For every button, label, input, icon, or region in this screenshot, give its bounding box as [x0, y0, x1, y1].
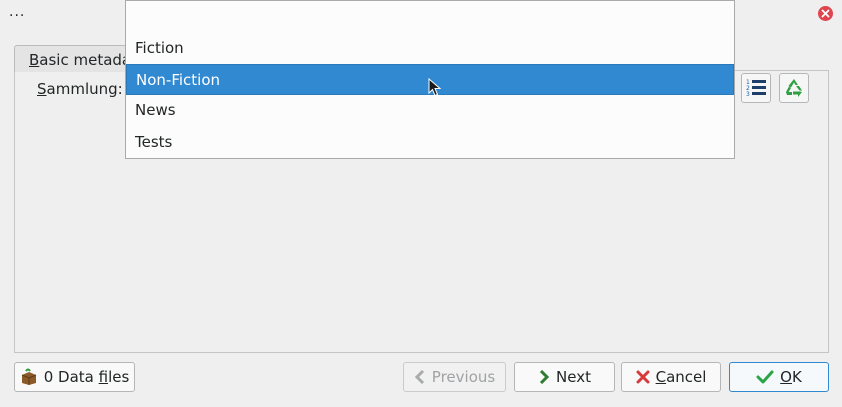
checkmark-icon [756, 370, 774, 384]
recycle-icon [786, 79, 802, 97]
dropdown-item-tests[interactable]: Tests [126, 127, 734, 158]
previous-button[interactable]: Previous [403, 362, 506, 392]
numbered-list-icon: 1 2 3 [746, 79, 766, 98]
numbered-list-button[interactable]: 1 2 3 [741, 73, 771, 103]
data-files-label: 0 Data files [43, 368, 130, 386]
ok-label: OK [780, 368, 802, 386]
ok-button[interactable]: OK [729, 362, 829, 392]
next-button[interactable]: Next [514, 362, 615, 392]
package-icon [20, 368, 38, 386]
tab-label: asic metadat [39, 51, 130, 69]
close-icon[interactable] [818, 6, 833, 21]
chevron-left-icon [414, 370, 426, 384]
dropdown-item-fiction[interactable]: Fiction [126, 33, 734, 64]
previous-label: Previous [431, 368, 496, 386]
next-label: Next [556, 368, 591, 386]
cancel-x-icon [636, 370, 650, 384]
cancel-button[interactable]: Cancel [621, 362, 721, 392]
svg-text:3: 3 [746, 91, 750, 98]
collection-label-text: ammlung: [46, 80, 123, 98]
tab-basic-metadata[interactable]: Basic metadat [14, 45, 130, 72]
dropdown-item-news[interactable]: News [126, 95, 734, 126]
collection-label: Sammlung: [37, 80, 123, 98]
window-title: ... [9, 4, 26, 20]
tab-label-mnemonic: B [29, 51, 40, 69]
data-files-button[interactable]: 0 Data files [14, 362, 135, 392]
recycle-button[interactable] [779, 73, 809, 103]
chevron-right-icon [538, 370, 550, 384]
dropdown-item-empty[interactable] [126, 2, 734, 33]
mouse-cursor-icon [428, 78, 442, 97]
cancel-label: Cancel [655, 368, 707, 386]
collection-label-mnemonic: S [37, 80, 47, 98]
